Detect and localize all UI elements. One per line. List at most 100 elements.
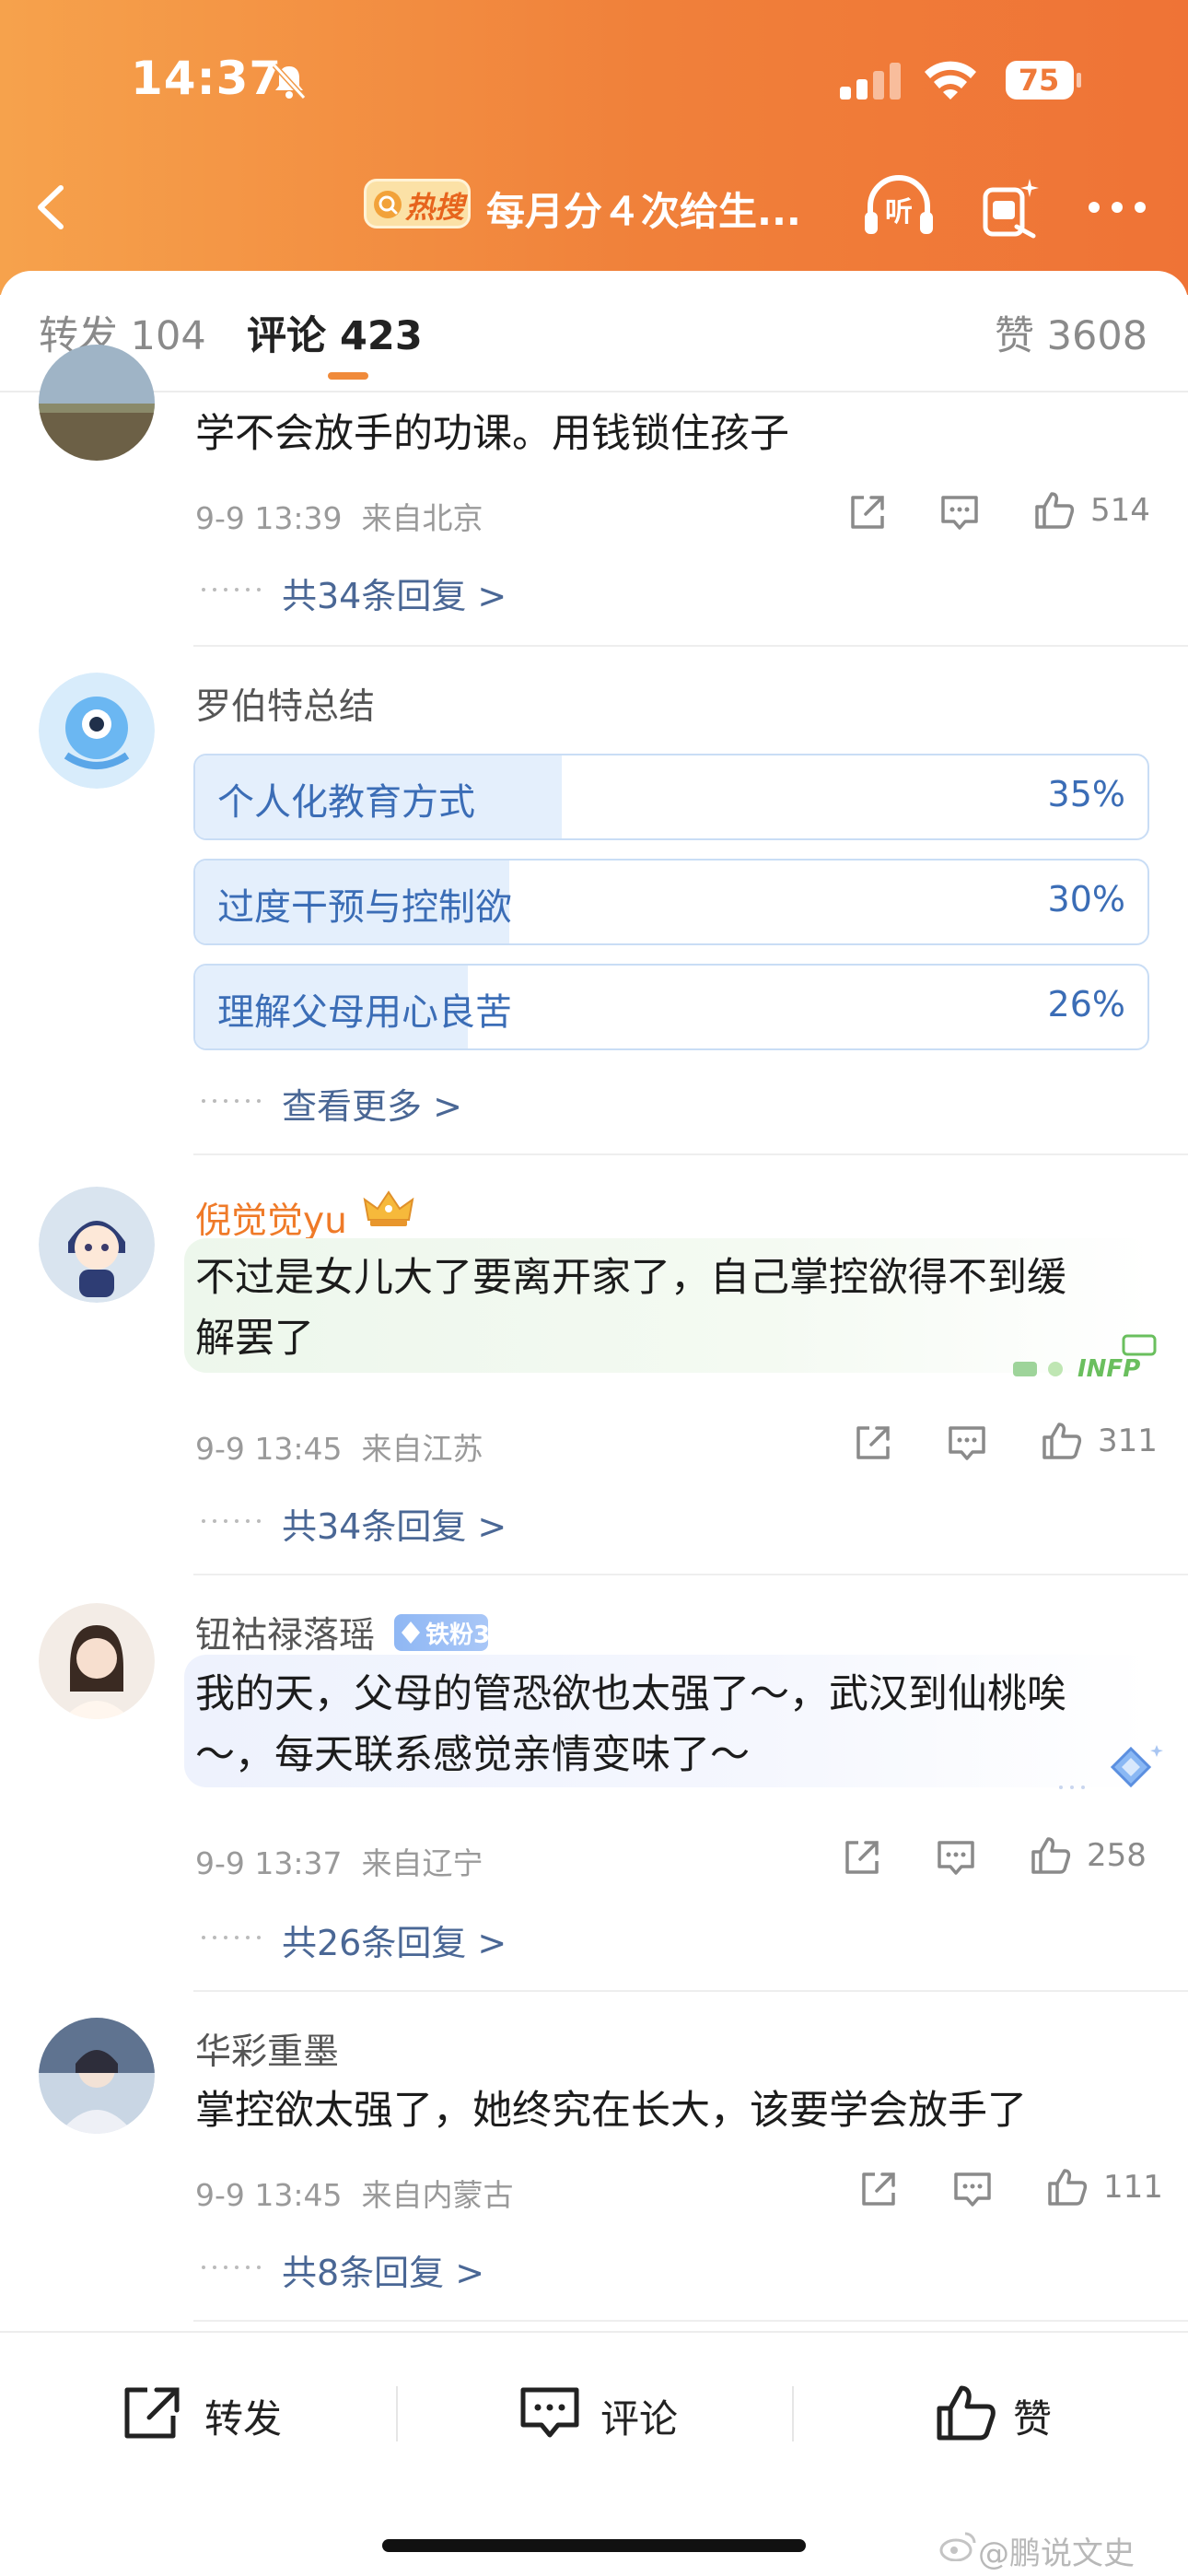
view-replies-link[interactable]: 共26条回复 >	[282, 1914, 507, 1965]
cellular-signal-icon	[840, 63, 901, 100]
comment-time: 9-9 13:45	[195, 2177, 343, 2213]
commenter-name[interactable]: 华彩重墨	[195, 2023, 339, 2075]
view-more-link[interactable]: 查看更多 >	[282, 1078, 462, 1129]
tab-comments[interactable]: 评论 423	[247, 304, 423, 361]
tab-likes[interactable]: 赞 3608	[995, 304, 1147, 361]
comment-location: 来自北京	[361, 500, 483, 536]
comment-text: 掌控欲太强了，她终究在长大，该要学会放手了	[195, 2088, 1027, 2134]
comments-sheet	[0, 271, 1188, 2576]
comment-location: 来自江苏	[361, 1431, 483, 1467]
fan-level-label: 铁粉3	[425, 1622, 491, 1649]
commenter-name[interactable]: 倪觉觉yu	[195, 1192, 347, 1244]
share-icon[interactable]	[845, 490, 890, 534]
comment-meta: 9-9 13:45 来自内蒙古	[195, 2171, 513, 2215]
commenter-name[interactable]: 钮祜禄落瑶	[195, 1607, 375, 1658]
comment-button[interactable]: 评论	[600, 2388, 678, 2444]
battery-level: 75	[1018, 63, 1060, 98]
reply-dots-icon	[202, 588, 261, 591]
comment-text: 学不会放手的功课。用钱锁住孩子	[195, 411, 789, 457]
avatar[interactable]	[39, 673, 155, 789]
view-replies-link[interactable]: 共34条回复 >	[282, 568, 507, 618]
poll-option[interactable]: 理解父母用心良苦 26%	[193, 964, 1149, 1050]
red-packet-icon[interactable]	[978, 173, 1044, 241]
share-icon[interactable]	[840, 1835, 884, 1879]
repost-icon[interactable]	[120, 2383, 184, 2443]
tab-divider	[0, 391, 1188, 392]
tab-comments-label: 评论	[247, 313, 326, 359]
comment-divider	[193, 645, 1188, 647]
share-icon[interactable]	[851, 1421, 895, 1465]
vip-crown-icon	[363, 1190, 414, 1226]
hot-search-label: 热搜	[405, 190, 465, 225]
comment-icon[interactable]	[518, 2383, 582, 2443]
comment-meta: 9-9 13:39 来自北京	[195, 494, 483, 538]
like-count: 311	[1098, 1423, 1158, 1459]
comment-divider	[193, 1990, 1188, 1992]
comment-icon[interactable]	[945, 1421, 989, 1465]
reply-dots-icon	[202, 1519, 261, 1523]
like-icon[interactable]	[1039, 1419, 1083, 1463]
comment-icon[interactable]	[934, 1835, 978, 1879]
comment-time: 9-9 13:37	[195, 1845, 343, 1881]
back-icon[interactable]	[28, 175, 74, 240]
active-tab-indicator	[328, 372, 368, 380]
poll-option-percent: 30%	[1047, 879, 1125, 919]
avatar[interactable]	[39, 1603, 155, 1719]
view-replies-link[interactable]: 共34条回复 >	[282, 1498, 507, 1549]
repost-button[interactable]: 转发	[204, 2388, 282, 2444]
commenter-name[interactable]: 罗伯特总结	[195, 678, 375, 730]
bottom-divider	[396, 2386, 398, 2441]
comment-text-line: 不过是女儿大了要离开家了，自己掌控欲得不到缓	[195, 1255, 1066, 1301]
reply-dots-icon	[202, 1936, 261, 1939]
comment-divider	[193, 2320, 1188, 2322]
reply-dots-icon	[202, 2266, 261, 2269]
share-icon[interactable]	[856, 2167, 901, 2211]
like-button[interactable]: 赞	[1013, 2388, 1052, 2444]
bottom-divider	[792, 2386, 794, 2441]
reply-dots-icon	[202, 1099, 261, 1103]
header-background	[0, 0, 1188, 295]
avatar[interactable]	[39, 345, 155, 461]
poll-option-percent: 35%	[1047, 774, 1125, 814]
comment-divider	[193, 1153, 1188, 1155]
home-indicator[interactable]	[382, 2539, 806, 2552]
poll-option[interactable]: 过度干预与控制欲 30%	[193, 859, 1149, 945]
like-icon[interactable]	[1031, 488, 1076, 533]
tab-likes-count: 3608	[1046, 313, 1148, 359]
avatar[interactable]	[39, 2018, 155, 2134]
comment-icon[interactable]	[950, 2167, 995, 2211]
poll-option-label: 理解父母用心良苦	[217, 991, 512, 1034]
tab-likes-label: 赞	[995, 313, 1034, 359]
poll-option[interactable]: 个人化教育方式 35%	[193, 754, 1149, 840]
comment-location: 来自内蒙古	[361, 2177, 514, 2213]
comment-time: 9-9 13:45	[195, 1431, 343, 1467]
like-count: 514	[1090, 492, 1150, 529]
poll-option-percent: 26%	[1047, 984, 1125, 1025]
comment-meta: 9-9 13:45 来自江苏	[195, 1424, 483, 1469]
like-icon[interactable]	[934, 2383, 998, 2443]
wifi-icon	[925, 61, 976, 100]
watermark: @鹏说文史	[978, 2535, 1135, 2572]
comment-text-line: 我的天，父母的管恐欲也太强了～，武汉到仙桃唉	[195, 1671, 1066, 1717]
like-icon[interactable]	[1028, 1833, 1072, 1878]
comment-meta: 9-9 13:37 来自辽宁	[195, 1839, 483, 1883]
view-replies-link[interactable]: 共8条回复 >	[282, 2244, 484, 2295]
svg-text:听: 听	[885, 196, 913, 228]
more-options-icon[interactable]	[1085, 195, 1149, 219]
diamond-icon	[402, 1622, 420, 1644]
avatar[interactable]	[39, 1187, 155, 1303]
status-time: 14:37	[131, 52, 283, 105]
page-title: 每月分４次给生...	[486, 189, 801, 234]
diamond-decoration-icon	[1059, 1745, 1163, 1789]
poll-option-label: 个人化教育方式	[217, 781, 475, 824]
infp-label: INFP	[1077, 1355, 1140, 1383]
tab-repost-count: 104	[130, 313, 206, 359]
tab-comments-count: 423	[339, 313, 423, 359]
like-icon[interactable]	[1044, 2165, 1089, 2209]
commenter-name-text: 倪觉觉yu	[195, 1200, 347, 1242]
comment-icon[interactable]	[938, 490, 982, 534]
listen-icon[interactable]: 听	[861, 173, 937, 241]
comment-text-line: ～，每天联系感觉亲情变味了～	[195, 1732, 750, 1778]
poll-option-label: 过度干预与控制欲	[217, 886, 512, 929]
like-count: 111	[1103, 2169, 1163, 2206]
